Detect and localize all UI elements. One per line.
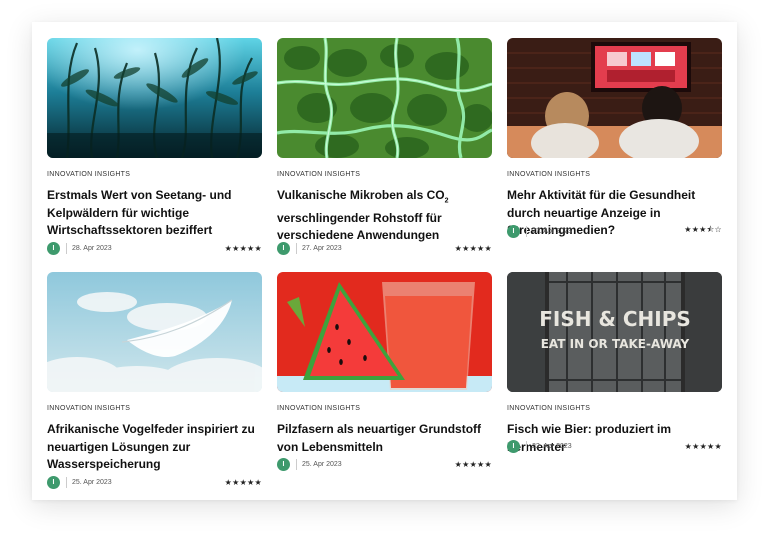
rating-stars: ★★★★★	[224, 244, 262, 253]
article-card[interactable]: INNOVATION INSIGHTS Mehr Aktivität für d…	[507, 38, 722, 258]
meta-divider	[296, 243, 297, 254]
article-grid-panel: INNOVATION INSIGHTS Erstmals Wert von Se…	[32, 22, 737, 500]
article-date: 27. Apr 2023	[302, 245, 342, 252]
article-date: 22. Apr 2023	[532, 443, 572, 450]
article-title[interactable]: Afrikanische Vogelfeder inspiriert zu ne…	[47, 421, 262, 474]
article-category: INNOVATION INSIGHTS	[507, 171, 591, 178]
article-category: INNOVATION INSIGHTS	[277, 171, 361, 178]
article-meta: I 27. Apr 2023 ★★★⯪☆	[507, 224, 722, 238]
image-sign-line-2: EAT IN OR TAKE-AWAY	[541, 337, 690, 351]
article-title-part: Vulkanische Mikroben als CO	[277, 188, 445, 202]
article-title[interactable]: Pilzfasern als neuartiger Grundstoff von…	[277, 421, 492, 456]
author-avatar: I	[47, 476, 60, 489]
article-card[interactable]: INNOVATION INSIGHTS Pilzfasern als neuar…	[277, 272, 492, 497]
image-sign-line-1: FISH & CHIPS	[539, 307, 691, 331]
article-title[interactable]: Erstmals Wert von Seetang- und Kelpwälde…	[47, 187, 262, 240]
meta-divider	[66, 477, 67, 488]
article-image[interactable]	[47, 38, 262, 158]
author-avatar: I	[277, 458, 290, 471]
author-avatar: I	[277, 242, 290, 255]
meta-divider	[296, 459, 297, 470]
article-grid: INNOVATION INSIGHTS Erstmals Wert von Se…	[47, 38, 722, 497]
article-card[interactable]: INNOVATION INSIGHTS Vulkanische Mikroben…	[277, 38, 492, 258]
article-card[interactable]: INNOVATION INSIGHTS Afrikanische Vogelfe…	[47, 272, 262, 497]
author-avatar: I	[507, 224, 520, 238]
article-meta: I 22. Apr 2023 ★★★★★	[507, 440, 722, 453]
article-date: 27. Apr 2023	[532, 227, 572, 235]
article-title[interactable]: Vulkanische Mikroben als CO2 verschlinge…	[277, 187, 492, 245]
meta-divider	[526, 225, 527, 237]
rating-stars: ★★★★★	[224, 478, 262, 487]
article-title-part: verschlingender Rohstoff für verschieden…	[277, 210, 442, 243]
rating-stars: ★★★★★	[684, 442, 722, 451]
article-image[interactable]: FISH & CHIPS EAT IN OR TAKE-AWAY	[507, 272, 722, 392]
article-category: INNOVATION INSIGHTS	[47, 405, 131, 412]
article-meta: I 27. Apr 2023 ★★★★★	[277, 242, 492, 255]
meta-divider	[66, 243, 67, 254]
rating-stars: ★★★★★	[454, 244, 492, 253]
article-image[interactable]	[277, 38, 492, 158]
article-date: 28. Apr 2023	[72, 245, 112, 252]
article-card[interactable]: INNOVATION INSIGHTS Erstmals Wert von Se…	[47, 38, 262, 258]
article-title-subscript: 2	[444, 197, 449, 205]
article-image[interactable]	[277, 272, 492, 392]
article-date: 25. Apr 2023	[72, 479, 112, 486]
meta-divider	[526, 441, 527, 452]
article-category: INNOVATION INSIGHTS	[507, 405, 591, 412]
article-date: 25. Apr 2023	[302, 461, 342, 468]
article-meta: I 25. Apr 2023 ★★★★★	[277, 458, 492, 471]
article-meta: I 28. Apr 2023 ★★★★★	[47, 242, 262, 255]
rating-stars: ★★★★★	[454, 460, 492, 469]
rating-stars: ★★★⯪☆	[684, 225, 722, 234]
article-category: INNOVATION INSIGHTS	[47, 171, 131, 178]
author-avatar: I	[47, 242, 60, 255]
author-avatar: I	[507, 440, 520, 453]
article-image[interactable]	[47, 272, 262, 392]
article-category: INNOVATION INSIGHTS	[277, 405, 361, 412]
article-meta: I 25. Apr 2023 ★★★★★	[47, 476, 262, 489]
article-card[interactable]: FISH & CHIPS EAT IN OR TAKE-AWAY INNOVAT…	[507, 272, 722, 497]
article-image[interactable]	[507, 38, 722, 158]
